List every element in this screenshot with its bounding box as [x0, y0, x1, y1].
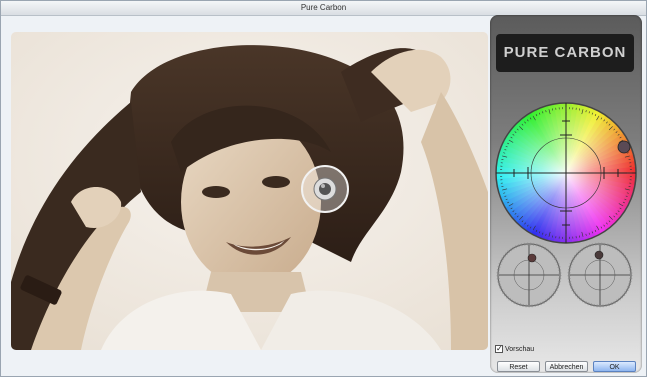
preview-label: Vorschau: [505, 345, 535, 353]
window-title: Pure Carbon: [1, 1, 646, 16]
preview-toggle[interactable]: ✓ Vorschau: [495, 343, 534, 355]
photo-preview[interactable]: [11, 32, 488, 350]
shadow-dial-icon[interactable]: [496, 242, 562, 308]
reset-button[interactable]: Reset: [497, 361, 540, 372]
preview-checkbox[interactable]: ✓: [495, 345, 503, 353]
cancel-button[interactable]: Abbrechen: [545, 361, 588, 372]
sepia-portrait-image: [11, 32, 488, 350]
adjustment-panel: PURE CARBON: [490, 15, 642, 373]
brand-logo: PURE CARBON: [496, 34, 634, 72]
app-window: Pure Carbon PURE CARBON ✓ Vorschau Reset…: [0, 0, 647, 377]
hue-marker-icon: [617, 140, 631, 154]
ok-button[interactable]: OK: [593, 361, 636, 372]
color-wheel-icon[interactable]: [494, 101, 638, 245]
highlight-dial-icon[interactable]: [567, 242, 633, 308]
color-picker-handle-icon[interactable]: [301, 165, 349, 213]
